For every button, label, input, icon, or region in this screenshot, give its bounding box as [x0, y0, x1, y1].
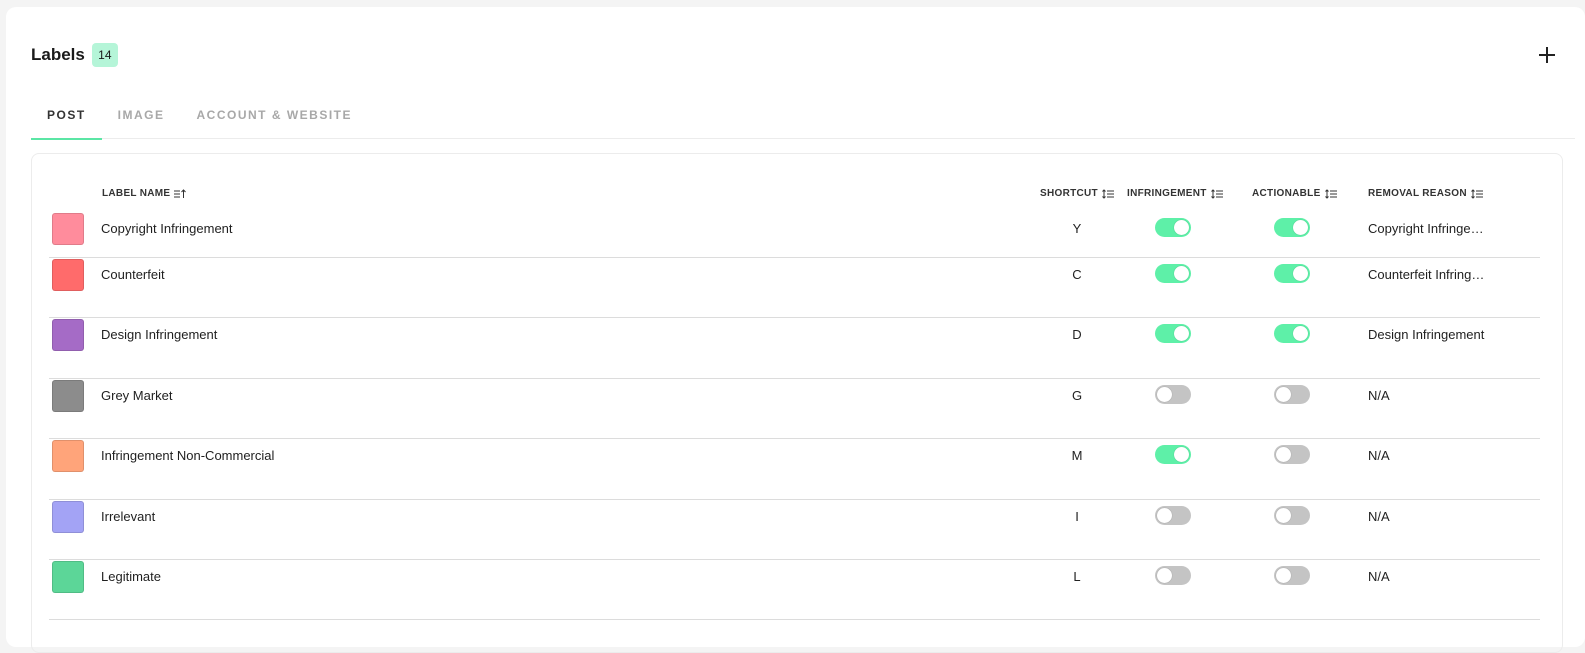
removal-reason: N/A: [1368, 568, 1390, 584]
column-header-label-name[interactable]: LABEL NAME: [102, 188, 187, 199]
table-row[interactable]: Grey Market G N/A: [49, 379, 1540, 440]
toggle-knob: [1174, 220, 1189, 235]
toggle-knob: [1293, 220, 1308, 235]
removal-reason: Design Infringement: [1368, 327, 1485, 343]
sort-icon: [1324, 188, 1337, 199]
column-header-label: LABEL NAME: [102, 188, 171, 199]
table-row[interactable]: Legitimate L N/A: [49, 560, 1540, 621]
toggle-knob: [1157, 386, 1172, 402]
sort-icon: [1210, 188, 1223, 199]
column-header-removal-reason[interactable]: REMOVAL REASON: [1368, 188, 1483, 199]
label-color-swatch[interactable]: [52, 560, 84, 593]
label-color-swatch[interactable]: [52, 319, 84, 352]
label-color-swatch[interactable]: [52, 440, 84, 473]
toggle-knob: [1276, 386, 1291, 402]
toggle-knob: [1276, 567, 1291, 583]
label-type-tabs: POST IMAGE ACCOUNT & WEBSITE: [31, 97, 1575, 140]
label-color-swatch[interactable]: [52, 500, 84, 533]
label-color-swatch[interactable]: [52, 379, 84, 412]
sort-icon: [1102, 188, 1114, 199]
column-header-shortcut[interactable]: SHORTCUT: [1040, 188, 1114, 199]
label-name: Grey Market: [101, 387, 173, 403]
sort-icon: [1470, 188, 1483, 199]
label-shortcut: M: [1071, 448, 1083, 464]
tab-account-website[interactable]: ACCOUNT & WEBSITE: [181, 97, 369, 139]
infringement-toggle[interactable]: [1155, 324, 1191, 344]
label-name: Design Infringement: [101, 327, 218, 343]
panel-header: Labels 14: [31, 43, 118, 67]
table-row[interactable]: Irrelevant I N/A: [49, 500, 1540, 560]
table-row[interactable]: Copyright Infringement Y Copyright Infri…: [49, 212, 1540, 258]
removal-reason: N/A: [1368, 508, 1390, 524]
label-shortcut: I: [1075, 508, 1079, 524]
labels-table: LABEL NAME SHORTCUT INFRINGEMENT ACTIONA…: [31, 153, 1563, 653]
add-label-button[interactable]: [1535, 43, 1559, 67]
labels-count-badge: 14: [91, 43, 118, 67]
actionable-toggle[interactable]: [1274, 264, 1310, 283]
removal-reason: N/A: [1368, 448, 1390, 464]
label-shortcut: C: [1072, 267, 1082, 282]
column-header-label: REMOVAL REASON: [1368, 188, 1467, 199]
toggle-knob: [1174, 326, 1189, 342]
label-name: Copyright Infringement: [101, 221, 233, 236]
sort-ascending-icon: [174, 188, 187, 198]
toggle-knob: [1174, 266, 1189, 281]
toggle-knob: [1276, 507, 1291, 523]
actionable-toggle[interactable]: [1274, 445, 1310, 465]
toggle-knob: [1293, 326, 1308, 342]
actionable-toggle[interactable]: [1274, 324, 1310, 344]
actionable-toggle[interactable]: [1274, 218, 1310, 237]
table-row[interactable]: Counterfeit C Counterfeit Infringement: [49, 258, 1540, 319]
tab-post[interactable]: POST: [31, 97, 102, 140]
label-shortcut: G: [1071, 387, 1083, 403]
removal-reason: Copyright Infringement: [1368, 221, 1488, 236]
table-row[interactable]: Design Infringement D Design Infringemen…: [49, 318, 1540, 379]
label-shortcut: L: [1073, 568, 1081, 584]
column-header-infringement[interactable]: INFRINGEMENT: [1127, 188, 1223, 199]
actionable-toggle[interactable]: [1274, 505, 1310, 525]
label-color-swatch[interactable]: [52, 259, 84, 291]
labels-panel: Labels 14 POST IMAGE ACCOUNT & WEBSITE L…: [6, 7, 1585, 653]
actionable-toggle[interactable]: [1274, 384, 1310, 404]
infringement-toggle[interactable]: [1155, 565, 1191, 585]
removal-reason: Counterfeit Infringement: [1368, 267, 1488, 282]
label-name: Infringement Non-Commercial: [101, 448, 275, 464]
label-name: Legitimate: [101, 568, 161, 584]
label-shortcut: D: [1072, 327, 1082, 343]
infringement-toggle[interactable]: [1155, 384, 1191, 404]
infringement-toggle[interactable]: [1155, 264, 1191, 283]
column-header-label: INFRINGEMENT: [1127, 188, 1207, 199]
toggle-knob: [1174, 447, 1189, 463]
table-row[interactable]: Infringement Non-Commercial M N/A: [49, 439, 1540, 500]
infringement-toggle[interactable]: [1155, 218, 1191, 237]
table-body: Copyright Infringement Y Copyright Infri…: [49, 212, 1540, 621]
page-title: Labels: [31, 45, 85, 64]
label-name: Counterfeit: [101, 267, 165, 282]
tab-image[interactable]: IMAGE: [102, 97, 181, 139]
label-shortcut: Y: [1072, 221, 1082, 236]
infringement-toggle[interactable]: [1155, 445, 1191, 465]
toggle-knob: [1157, 507, 1172, 523]
toggle-knob: [1276, 447, 1291, 463]
toggle-knob: [1157, 567, 1172, 583]
removal-reason: N/A: [1368, 387, 1390, 403]
column-header-label: SHORTCUT: [1040, 188, 1098, 199]
infringement-toggle[interactable]: [1155, 505, 1191, 525]
label-name: Irrelevant: [101, 508, 156, 524]
label-color-swatch[interactable]: [52, 213, 84, 245]
column-header-label: ACTIONABLE: [1252, 188, 1321, 199]
actionable-toggle[interactable]: [1274, 565, 1310, 585]
toggle-knob: [1293, 266, 1308, 281]
column-header-actionable[interactable]: ACTIONABLE: [1252, 188, 1337, 199]
